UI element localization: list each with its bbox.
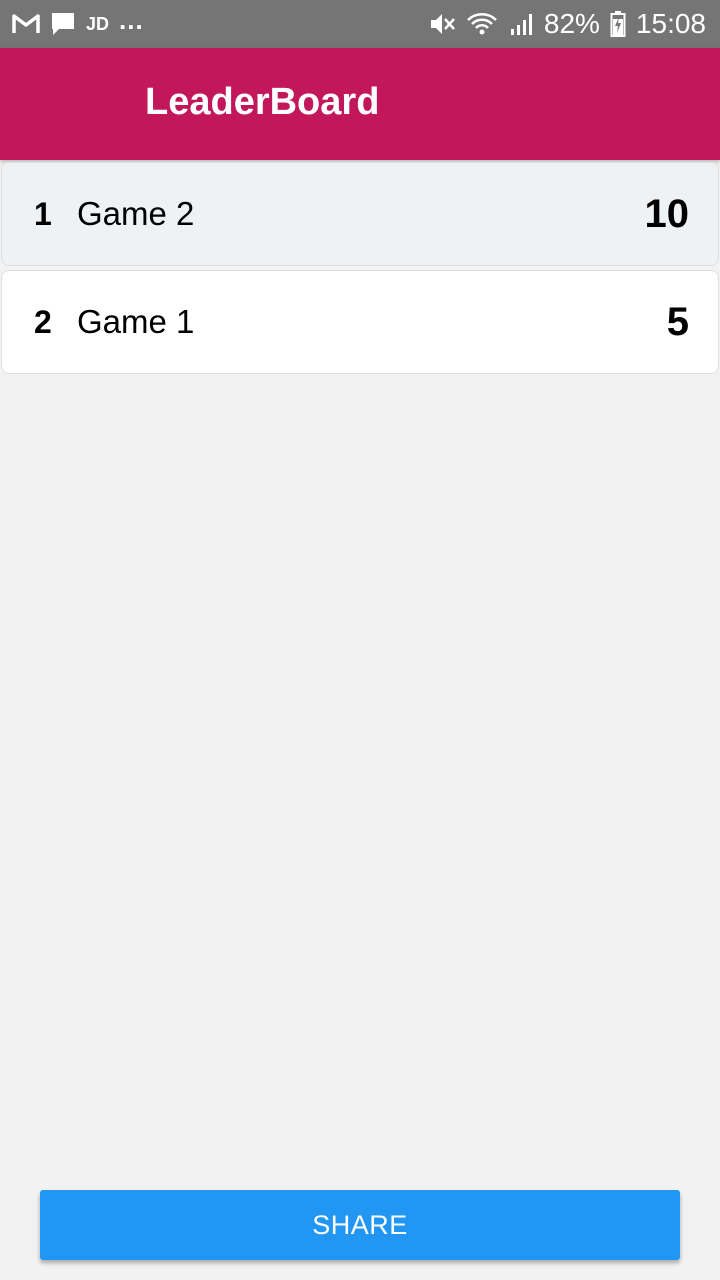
row-game-name: Game 2: [77, 195, 195, 232]
row-score: 5: [666, 299, 689, 344]
gmail-icon: [12, 13, 40, 35]
row-score: 10: [644, 191, 690, 236]
wifi-icon: [466, 11, 498, 37]
more-notifications-indicator: ...: [119, 5, 144, 35]
status-bar-notifications: JD ...: [12, 7, 144, 37]
battery-charging-icon: [610, 10, 626, 38]
battery-percent: 82%: [543, 8, 600, 39]
status-bar: JD ... 82% 15:08: [0, 0, 720, 48]
row-game-name: Game 1: [77, 303, 195, 340]
clock: 15:08: [635, 8, 706, 39]
leaderboard-row-1[interactable]: 1 Game 2 10: [1, 162, 719, 266]
row-rank: 1: [34, 195, 52, 232]
message-icon: [50, 11, 76, 37]
row-rank: 2: [34, 303, 52, 340]
signal-icon: [508, 11, 534, 37]
page-title: LeaderBoard: [145, 81, 380, 123]
mute-icon: [428, 11, 456, 37]
leaderboard-list: 1 Game 2 10 2 Game 1 5: [1, 162, 719, 378]
app-bar: LeaderBoard: [0, 48, 720, 160]
status-bar-system: 82% 15:08: [428, 10, 706, 38]
share-button[interactable]: SHARE: [40, 1190, 680, 1260]
leaderboard-row-2[interactable]: 2 Game 1 5: [1, 270, 719, 374]
jd-app-label: JD: [86, 13, 110, 34]
